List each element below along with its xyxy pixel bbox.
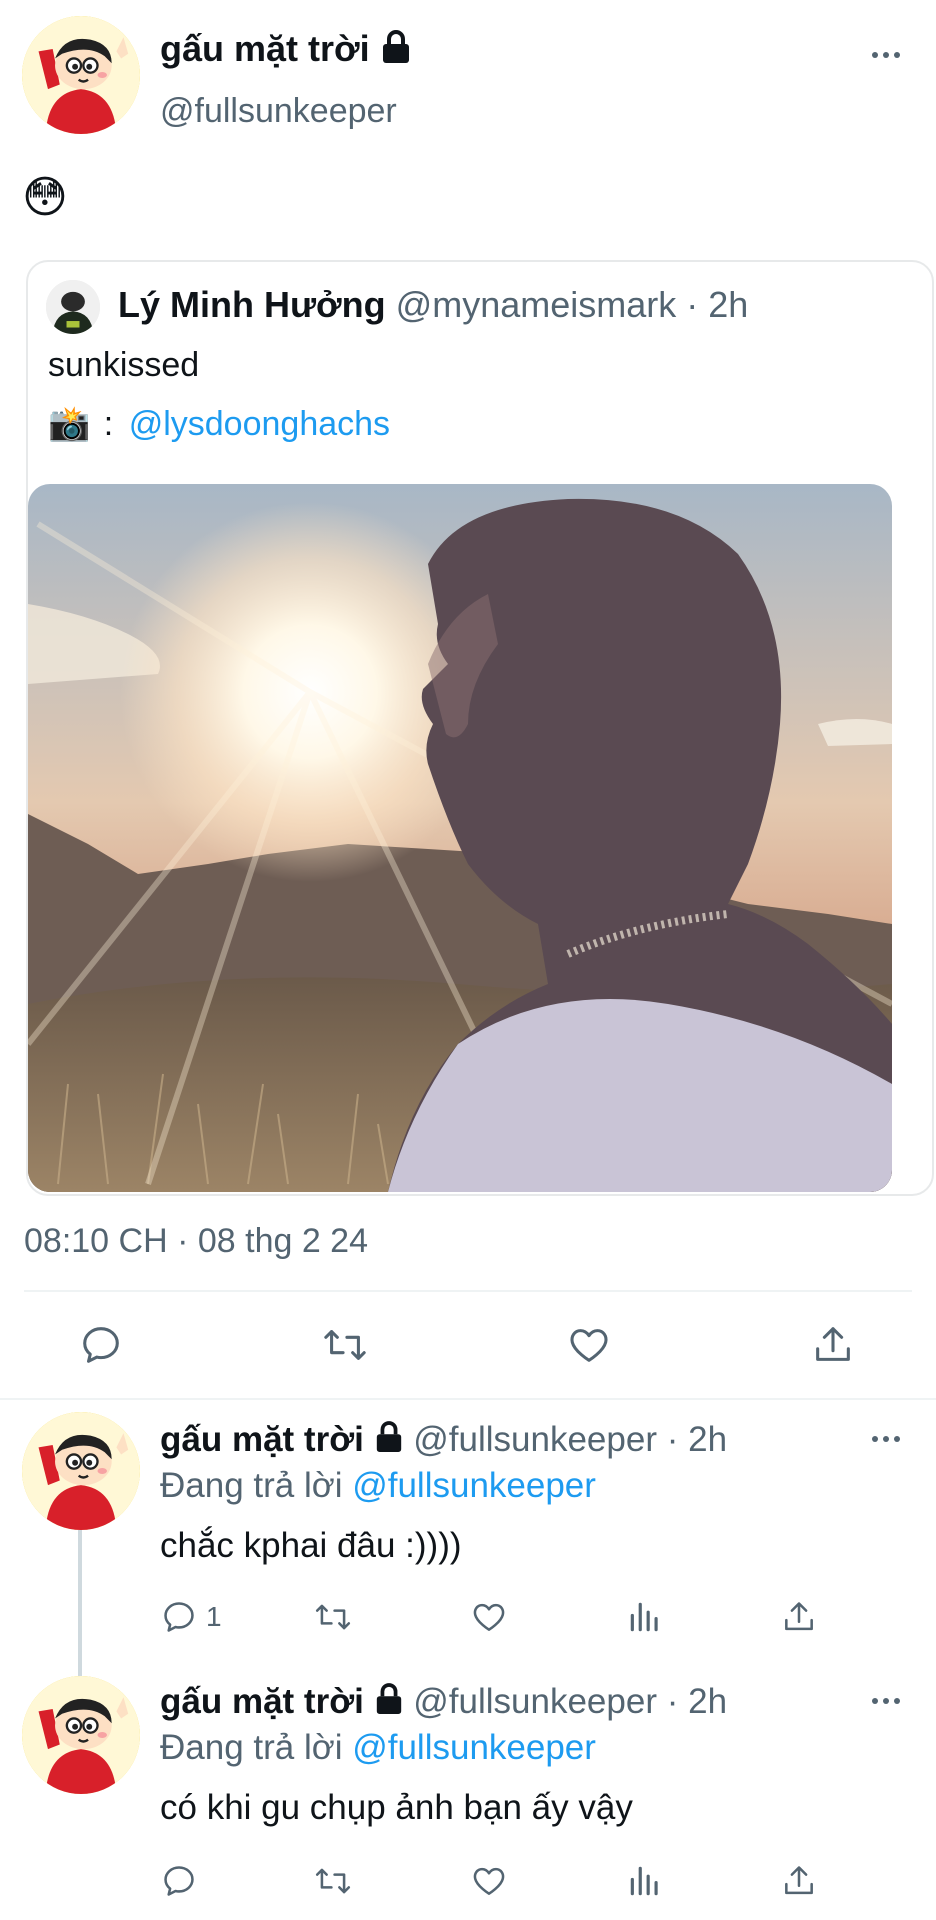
camera-emoji: 📸 xyxy=(48,405,91,443)
quote-handle[interactable]: @mynameismark xyxy=(396,284,677,325)
reply-display-name[interactable]: gấu mặt trời xyxy=(160,1420,364,1459)
quote-avatar[interactable] xyxy=(46,280,100,334)
views-icon xyxy=(630,1602,658,1632)
sunset-portrait-image xyxy=(28,484,892,1192)
share-button[interactable] xyxy=(780,1862,818,1900)
tweet-timestamp[interactable]: 08:10 CH · 08 thg 2 24 xyxy=(24,1222,368,1261)
like-icon xyxy=(473,1603,505,1631)
reply-icon xyxy=(83,1327,119,1363)
share-icon xyxy=(785,1866,813,1895)
tweet-photo[interactable] xyxy=(28,484,892,1192)
reply-avatar[interactable] xyxy=(22,1412,140,1530)
credit-mention-link[interactable]: @lysdoonghachs xyxy=(129,405,390,443)
quote-text: sunkissed xyxy=(48,346,200,384)
more-icon[interactable] xyxy=(872,52,900,58)
avatar-image xyxy=(22,1676,140,1794)
reply-dot: · xyxy=(666,1682,679,1721)
replying-to-label: Đang trả lời xyxy=(160,1728,343,1767)
reply-display-name[interactable]: gấu mặt trời xyxy=(160,1682,364,1721)
thread-line xyxy=(78,1530,82,1680)
like-icon xyxy=(570,1329,608,1362)
lock-icon xyxy=(374,1420,404,1463)
views-button[interactable] xyxy=(626,1598,664,1636)
avatar-image xyxy=(22,16,140,134)
reply-time: 2h xyxy=(688,1420,728,1459)
share-icon xyxy=(785,1602,813,1631)
retweet-button[interactable] xyxy=(320,1322,370,1368)
reply-text: có khi gu chụp ảnh bạn ấy vậy xyxy=(160,1788,633,1827)
reply-dot: · xyxy=(666,1420,679,1459)
like-button[interactable] xyxy=(470,1862,508,1900)
retweet-icon xyxy=(315,1604,351,1630)
like-button[interactable] xyxy=(566,1322,612,1368)
avatar[interactable] xyxy=(22,16,140,134)
views-icon xyxy=(630,1866,658,1896)
share-button[interactable] xyxy=(810,1322,856,1368)
reply-handle[interactable]: @fullsunkeeper xyxy=(413,1682,657,1721)
retweet-button[interactable] xyxy=(312,1598,354,1636)
handle[interactable]: @fullsunkeeper xyxy=(160,92,397,131)
retweet-icon xyxy=(315,1868,351,1894)
like-button[interactable] xyxy=(470,1598,508,1636)
reply-button[interactable] xyxy=(160,1862,198,1900)
reply-button[interactable] xyxy=(78,1322,124,1368)
reply-icon xyxy=(164,1602,194,1632)
section-divider xyxy=(0,1398,936,1400)
credit-separator: : xyxy=(103,405,114,443)
more-icon[interactable] xyxy=(872,1698,900,1704)
quote-time: 2h xyxy=(708,284,749,325)
more-icon[interactable] xyxy=(872,1436,900,1442)
replying-to-label: Đang trả lời xyxy=(160,1466,343,1505)
reply-icon xyxy=(164,1866,194,1896)
quote-display-name[interactable]: Lý Minh Hưởng xyxy=(118,284,386,325)
retweet-icon xyxy=(324,1330,366,1360)
share-icon xyxy=(816,1327,850,1361)
reply-text: chắc kphai đâu :)))) xyxy=(160,1526,462,1565)
tweet-text: 😳 xyxy=(22,173,68,222)
reply-button[interactable]: 1 xyxy=(160,1598,222,1636)
share-button[interactable] xyxy=(780,1598,818,1636)
quote-avatar-image xyxy=(46,280,100,334)
divider xyxy=(24,1290,912,1292)
like-icon xyxy=(473,1867,505,1895)
reply-avatar[interactable] xyxy=(22,1676,140,1794)
lock-icon xyxy=(380,29,412,74)
display-name[interactable]: gấu mặt trời xyxy=(160,28,370,69)
reply-time: 2h xyxy=(688,1682,728,1721)
reply-handle[interactable]: @fullsunkeeper xyxy=(413,1420,657,1459)
avatar-image xyxy=(22,1412,140,1530)
views-button[interactable] xyxy=(626,1862,664,1900)
replying-to-link[interactable]: @fullsunkeeper xyxy=(352,1728,596,1767)
lock-icon xyxy=(374,1682,404,1725)
replying-to-link[interactable]: @fullsunkeeper xyxy=(352,1466,596,1505)
retweet-button[interactable] xyxy=(312,1862,354,1900)
quote-dot: · xyxy=(686,284,699,325)
reply-count: 1 xyxy=(206,1601,222,1632)
